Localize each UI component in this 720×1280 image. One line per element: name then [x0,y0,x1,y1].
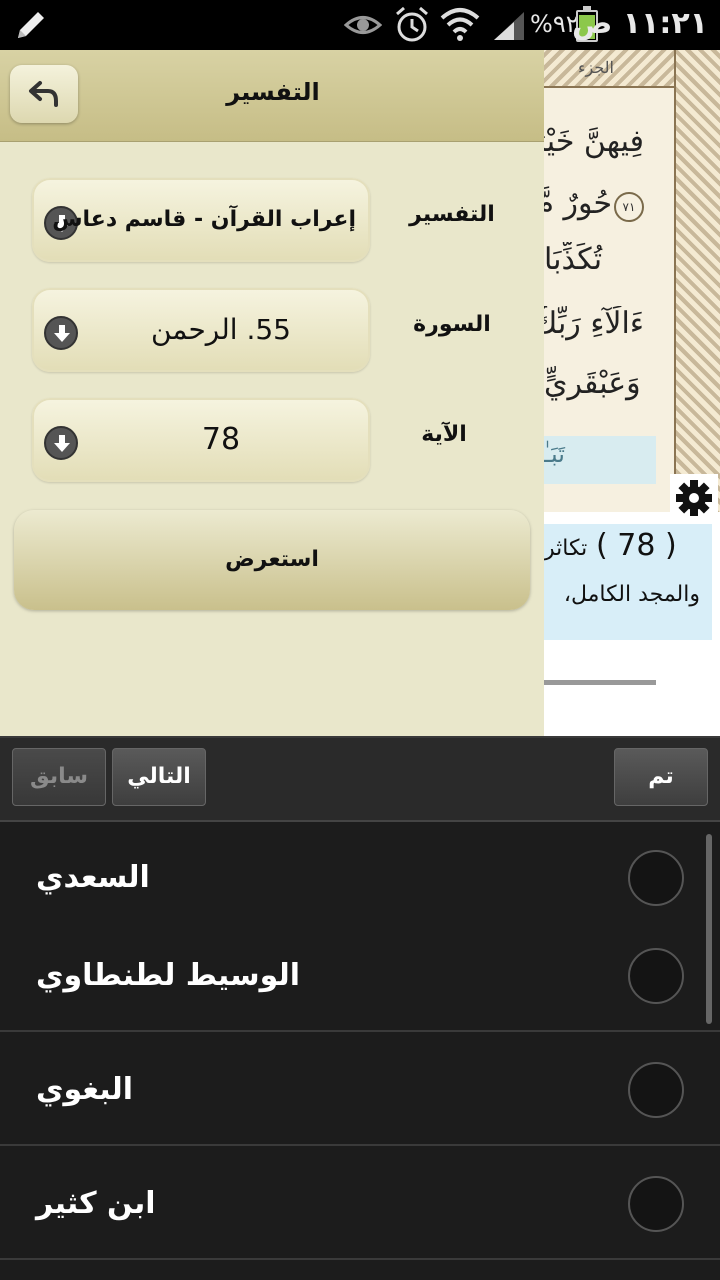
tafsir-value: إعراب القرآن - قاسم دعاس [52,207,356,232]
clock: ١١:٢١ ص [571,6,708,41]
radio-button[interactable] [628,850,684,906]
list-item-label: البغوي [36,1072,134,1107]
previous-button[interactable]: سابق [12,748,106,806]
verse-line: وَعَبْقَرِيٍّ [544,366,641,401]
wifi-icon [440,6,480,48]
highlighted-verse: تَبَـٰ [544,440,565,468]
list-item[interactable]: ابن كثير [0,1148,720,1260]
verse-line: تُكَذِّبَا [544,242,603,277]
alarm-icon [394,6,430,48]
gear-icon[interactable] [670,474,718,522]
down-arrow-icon [44,426,78,460]
picker-toolbar: سابق التالي تم [0,736,720,822]
signal-icon [492,10,526,46]
surah-label: السورة [413,312,491,337]
tafsir-picker: سابق التالي تم السعدي الوسيط لطنطاوي الب… [0,736,720,1280]
list-item-label: ابن كثير [36,1186,156,1221]
juz-label: الجزء [578,58,614,77]
tafsir-label: التفسير [409,202,495,227]
page-border-right [674,50,720,512]
surah-value: 55. الرحمن [150,313,291,346]
radio-button[interactable] [628,1176,684,1232]
list-item-label: الوسيط لطنطاوي [36,958,301,993]
radio-button[interactable] [628,1062,684,1118]
radio-button[interactable] [628,948,684,1004]
show-button-label: استعرض [225,547,319,572]
ayah-value: 78 [201,422,241,457]
next-button[interactable]: التالي [112,748,206,806]
done-button[interactable]: تم [614,748,708,806]
panel-title: التفسير [226,78,320,106]
down-arrow-icon [44,316,78,350]
quran-page[interactable]: الجزء فِيهِنَّ خَيْرَ حُورٌ مَّ ٧١ تُكَذ… [544,50,720,736]
pencil-icon [14,8,48,46]
tafsir-ayah-number: ( 78 ) [596,528,677,563]
list-item-label: السعدي [36,860,150,895]
list-item[interactable]: الوسيط لطنطاوي [0,920,720,1032]
back-arrow-icon [29,81,58,107]
verse-line: فِيهِنَّ خَيْرَ [544,124,644,159]
list-item[interactable]: السعدي [0,822,720,934]
eye-icon [343,10,383,44]
back-button[interactable] [10,65,78,123]
list-item[interactable]: البغوي [0,1034,720,1146]
surah-dropdown[interactable]: 55. الرحمن [32,288,370,372]
tafsir-text: تكاثر [544,536,588,561]
status-bar: ٩٢% ١١:٢١ ص [0,0,720,50]
ayah-number-marker: ٧١ [614,192,644,222]
verse-line: حُورٌ مَّ [544,186,612,221]
list-scrollbar[interactable] [706,834,712,1024]
tafsir-dropdown[interactable]: إعراب القرآن - قاسم دعاس [32,178,370,262]
tafsir-panel: التفسير التفسير إعراب القرآن - قاسم دعاس… [0,50,544,736]
ayah-dropdown[interactable]: 78 [32,398,370,482]
panel-header: التفسير [0,50,544,142]
tafsir-text: والمجد الكامل، [563,582,700,607]
verse-line: ءَالَآءِ رَبِّكُ [544,306,644,341]
page-scrollbar[interactable] [544,680,656,685]
ayah-label: الآية [421,422,467,447]
show-button[interactable]: استعرض [14,510,530,610]
